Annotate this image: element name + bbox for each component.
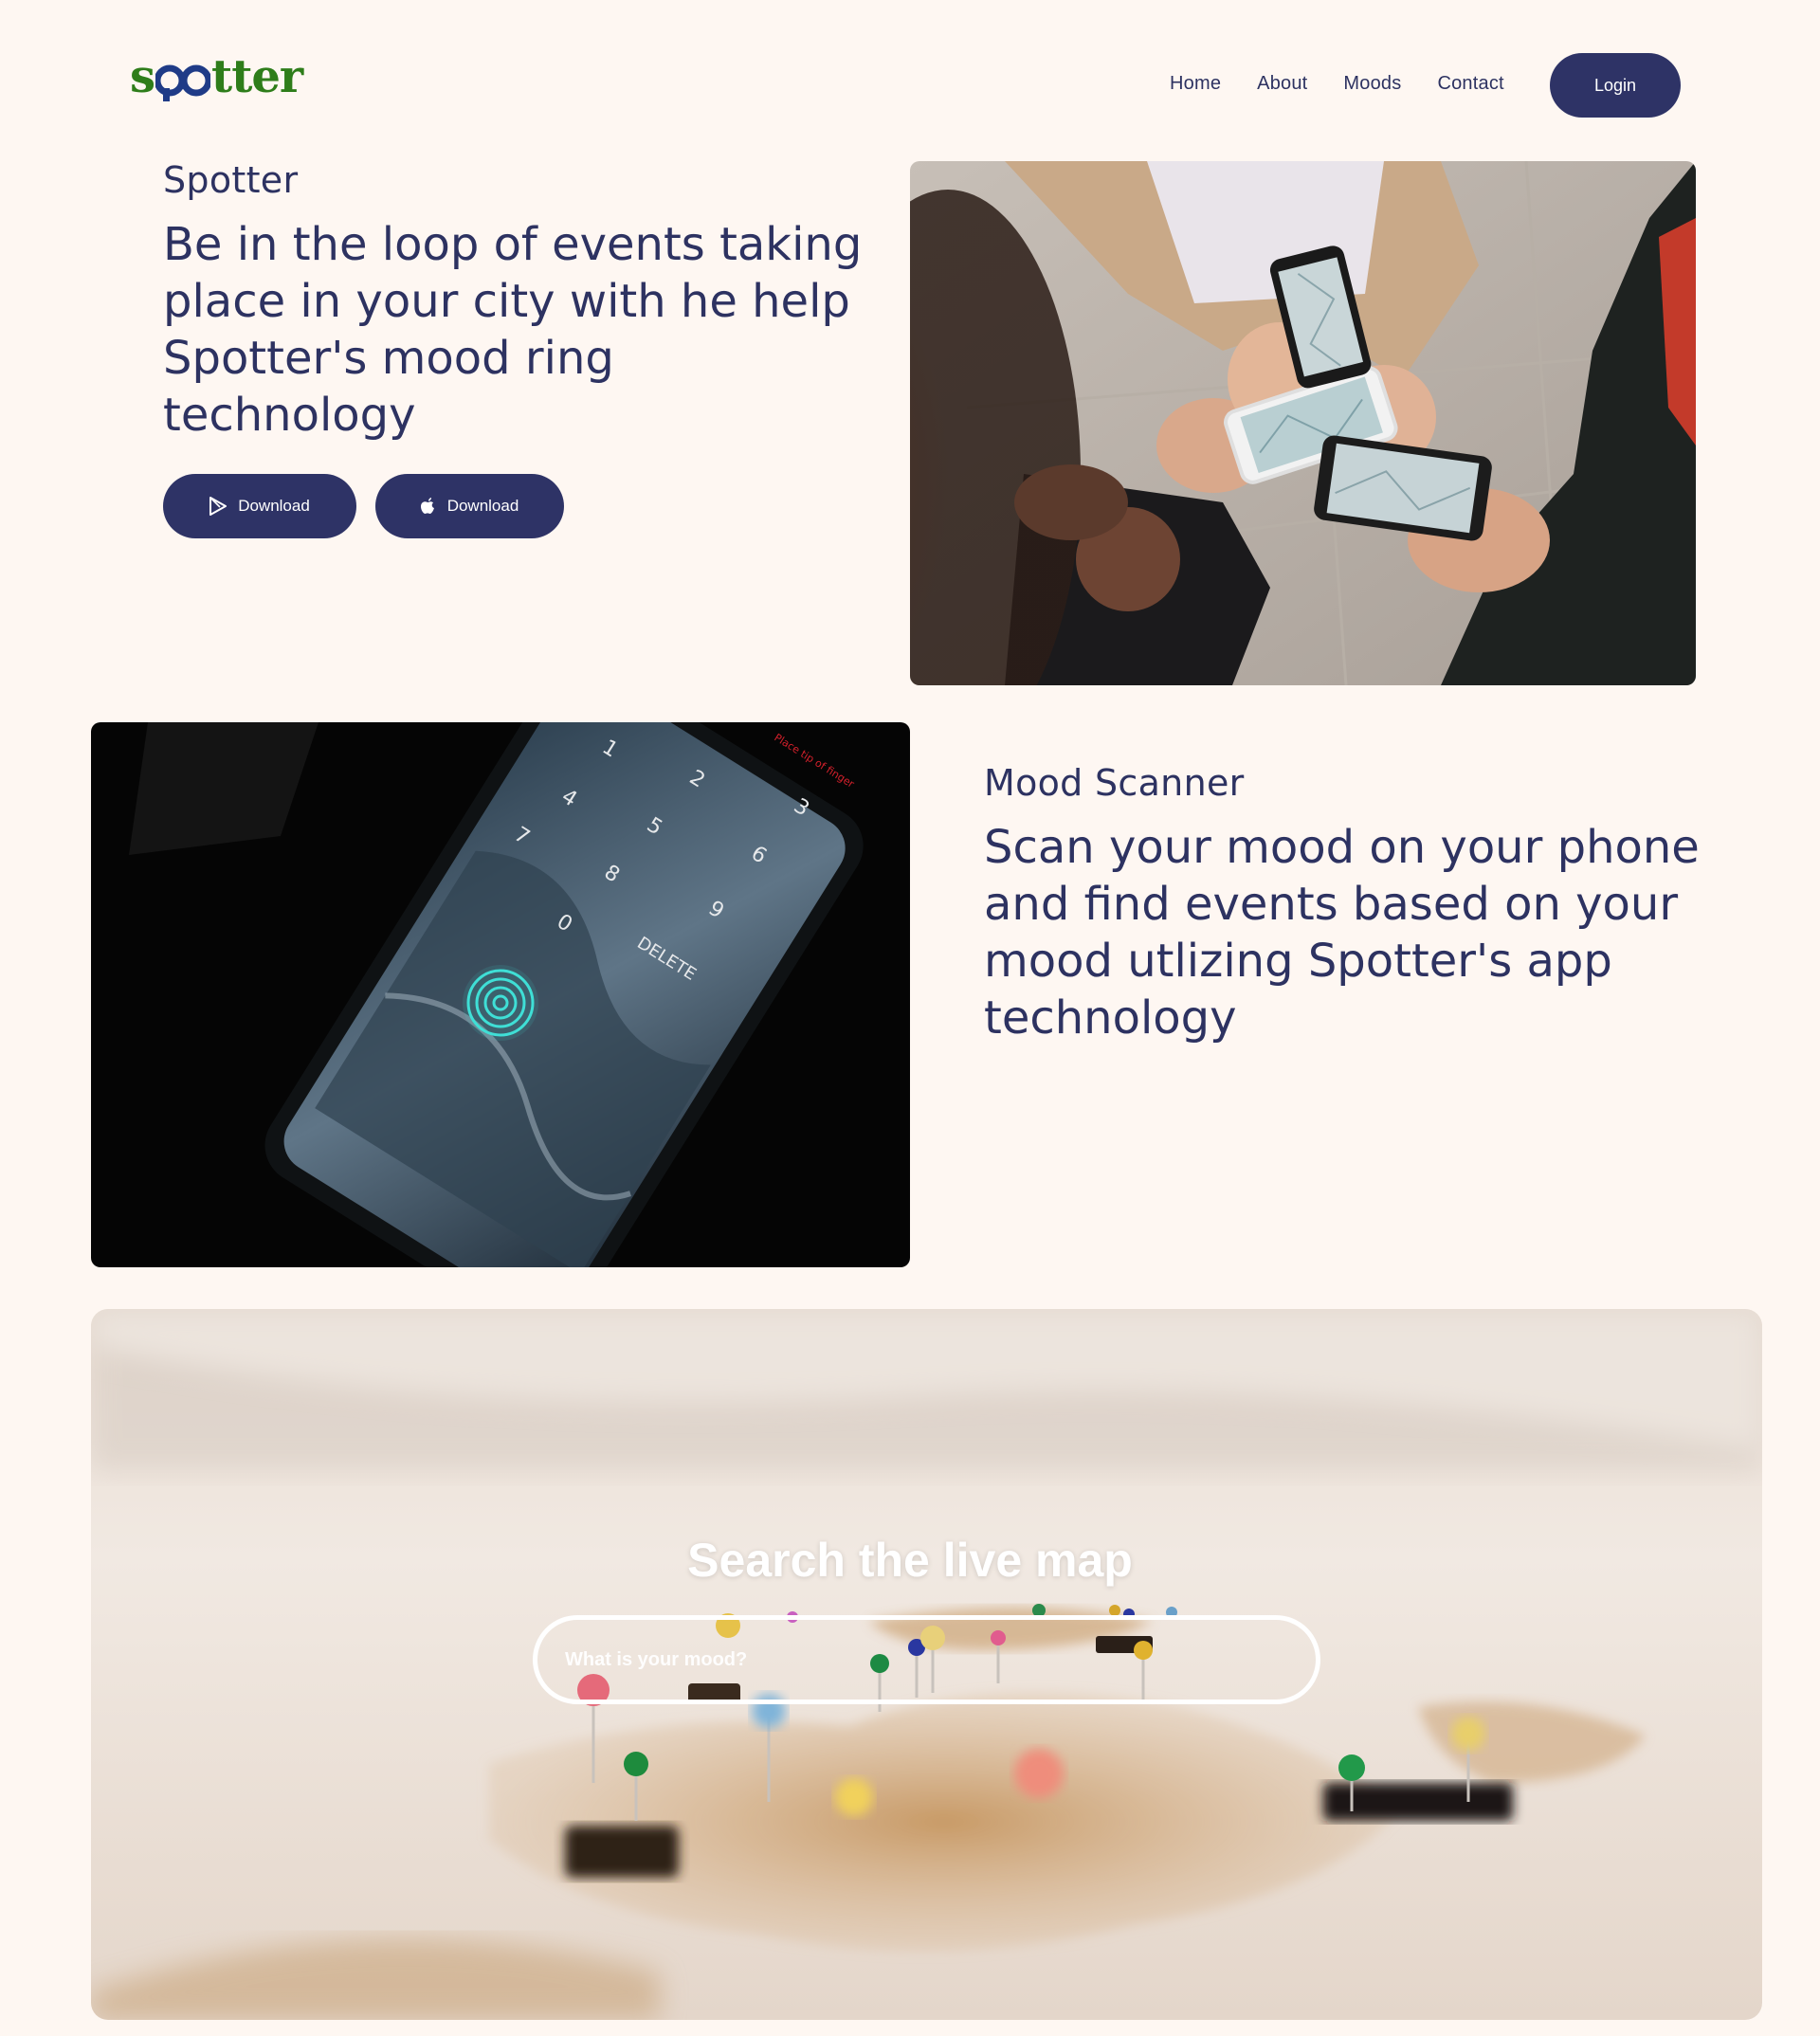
brand-logo[interactable]: s tter [130, 49, 303, 104]
hero-headline-line: technology [163, 389, 416, 442]
scanner-headline: Scan your mood on your phone and find ev… [984, 819, 1742, 1046]
download-label: Download [238, 497, 310, 515]
hero-headline: Be in the loop of events taking place in… [163, 216, 864, 444]
people-phones-image [910, 161, 1696, 685]
nav-item-about[interactable]: About [1257, 73, 1307, 95]
login-button[interactable]: Login [1550, 53, 1681, 118]
hero-headline-line: Be in the loop of events taking [163, 218, 863, 271]
map-title: Search the live map [687, 1534, 1133, 1587]
hero-eyebrow: Spotter [163, 159, 299, 201]
phone-fingerprint-image: 1 4 2 5 3 7 6 8 9 0 DELETE Place tip of … [91, 722, 910, 1267]
hero-photo [910, 161, 1696, 685]
scanner-headline-line: technology [984, 991, 1237, 1045]
nav-item-moods[interactable]: Moods [1343, 73, 1401, 95]
hero-headline-line: Spotter's mood ring [163, 332, 614, 385]
hero-headline-line: place in your city with he help [163, 275, 850, 328]
scanner-headline-line: and find events based on your [984, 878, 1679, 931]
scanner-eyebrow: Mood Scanner [984, 762, 1245, 804]
download-label: Download [446, 497, 519, 515]
mood-search-input[interactable] [533, 1615, 1320, 1704]
nav-item-contact[interactable]: Contact [1437, 73, 1503, 95]
download-ios-button[interactable]: Download [375, 474, 564, 538]
apple-icon [420, 498, 436, 515]
play-store-icon [209, 497, 228, 516]
scanner-headline-line: mood utlizing Spotter's app [984, 935, 1612, 988]
nav-item-home[interactable]: Home [1170, 73, 1221, 95]
binoculars-icon [155, 54, 211, 101]
scanner-photo: 1 4 2 5 3 7 6 8 9 0 DELETE Place tip of … [91, 722, 910, 1267]
download-android-button[interactable]: Download [163, 474, 356, 538]
scanner-headline-line: Scan your mood on your phone [984, 821, 1700, 874]
main-nav: Home About Moods Contact [1170, 53, 1540, 114]
